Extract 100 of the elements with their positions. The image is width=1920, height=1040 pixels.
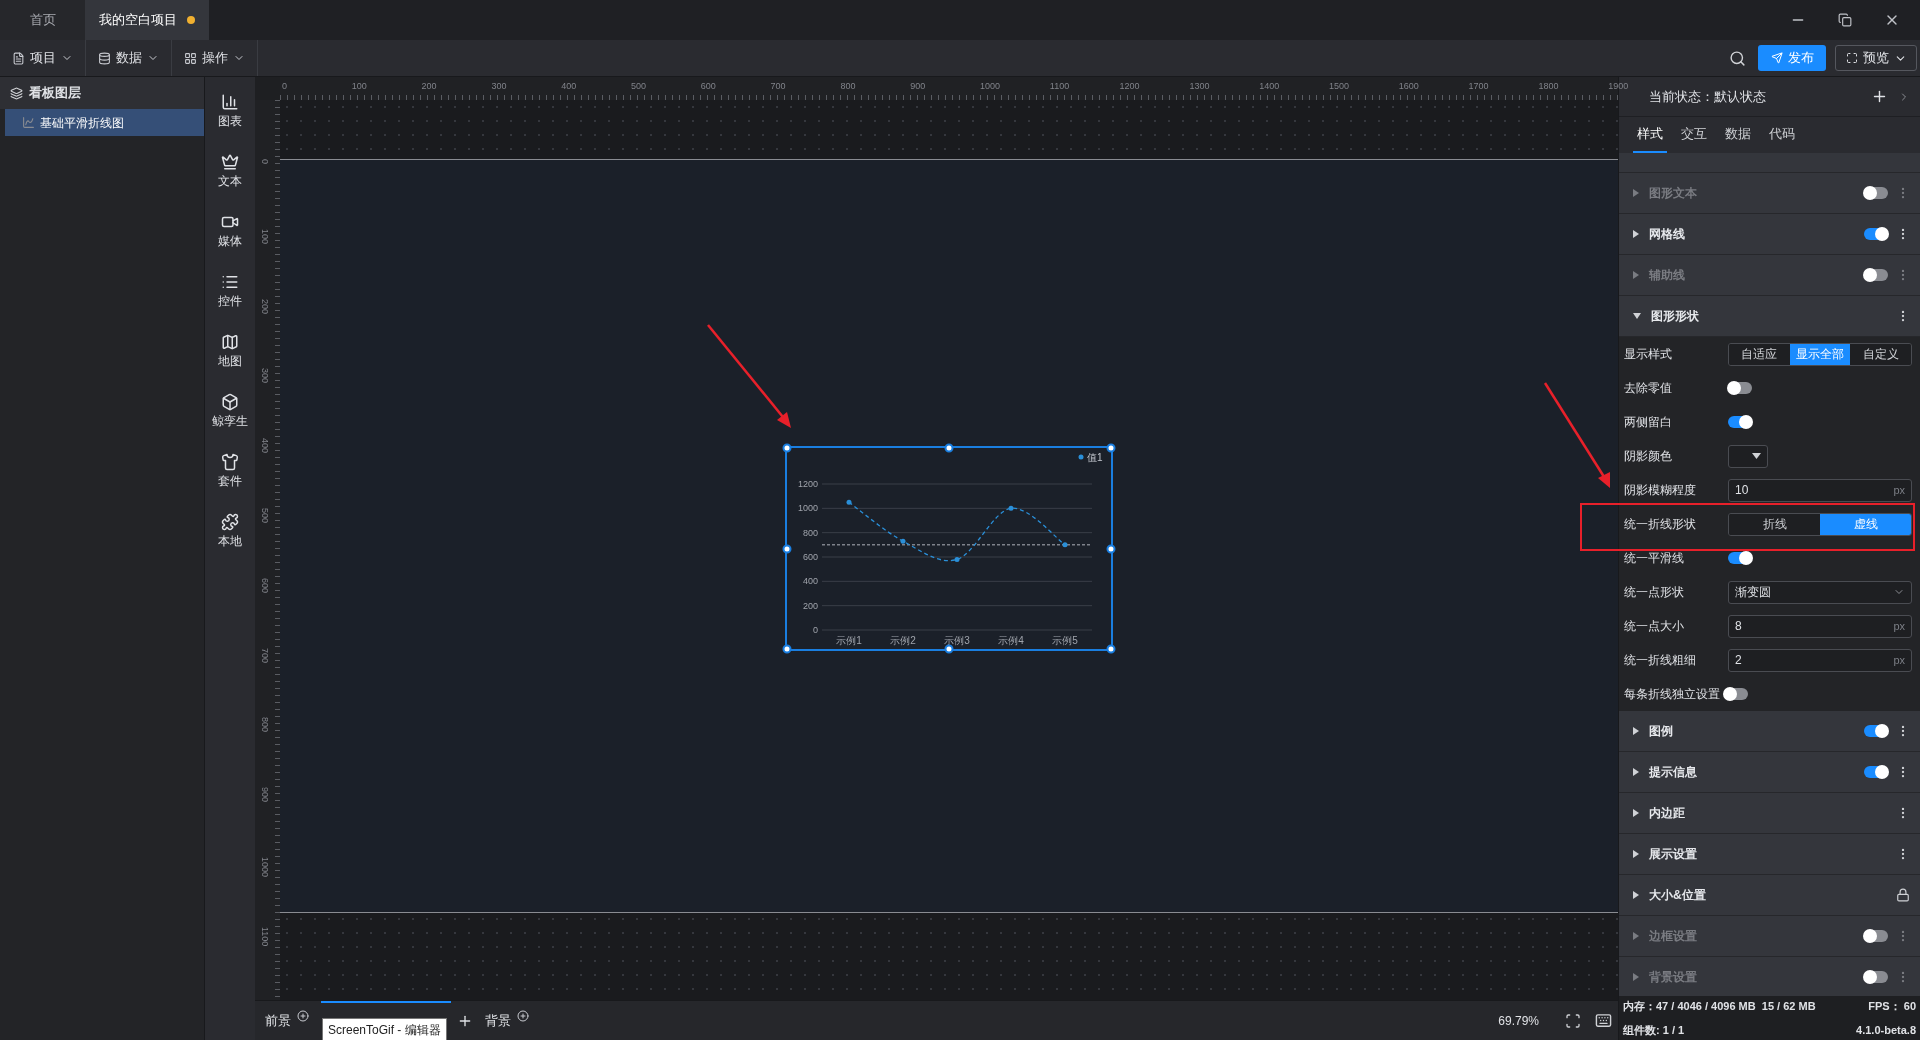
chart-widget[interactable]: 0 200 400 600 800 1000 1200 示例1 示例2 示例3 示例4 示例5 值1 (785, 446, 1113, 651)
axis-label: 示例4 (998, 635, 1024, 646)
component-category[interactable]: 图表 (218, 81, 242, 141)
toggle-switch[interactable] (1864, 725, 1888, 737)
grid-icon (184, 51, 197, 65)
layer-item[interactable]: 基础平滑折线图 (5, 109, 204, 136)
ruler-label: 1000 (258, 857, 271, 878)
number-field[interactable]: 2 px (1728, 648, 1912, 672)
section-header[interactable]: 内边距 (1619, 793, 1920, 834)
component-category[interactable]: 地图 (218, 321, 242, 381)
ruler-label: 1800 (1538, 80, 1559, 93)
segment-option[interactable]: 自定义 (1850, 343, 1911, 365)
section-header[interactable]: 图例 (1619, 711, 1920, 752)
panel-tab[interactable]: 交互 (1677, 117, 1711, 153)
ruler-label: 700 (770, 80, 786, 93)
number-field[interactable]: 10 px (1728, 478, 1912, 502)
axis-label: 0 (813, 625, 818, 635)
fps-counter: FPS： 60 (1868, 999, 1916, 1014)
caret-right-icon (1633, 189, 1639, 197)
panel-tab[interactable]: 数据 (1721, 117, 1755, 153)
section-header[interactable]: 大小&位置 (1619, 875, 1920, 916)
add-icon[interactable] (297, 1009, 309, 1022)
document-tab[interactable]: 首页 (0, 0, 85, 40)
axis-label: 600 (802, 552, 818, 562)
color-picker[interactable] (1728, 444, 1768, 468)
database-icon (98, 51, 111, 65)
section-title: 展示设置 (1649, 846, 1697, 863)
layer-tab[interactable]: 前景 (265, 1010, 291, 1031)
toggle-switch[interactable] (1728, 552, 1752, 564)
ruler-label: 600 (700, 80, 716, 93)
caret-right-icon (1633, 727, 1639, 735)
component-category[interactable]: 控件 (218, 261, 242, 321)
select-field[interactable]: 渐变圆 (1728, 580, 1912, 604)
ruler-label: 100 (351, 80, 367, 93)
restore-icon[interactable] (1838, 13, 1852, 27)
resize-handle[interactable] (1106, 443, 1116, 453)
section-header[interactable]: 图形形状 (1619, 296, 1920, 337)
search-icon[interactable] (1729, 49, 1746, 67)
component-category[interactable]: 鲸孪生 (212, 381, 248, 441)
ruler-label: 500 (258, 508, 271, 524)
component-category[interactable]: 本地 (218, 501, 242, 561)
menu-button[interactable]: 项目 (0, 40, 86, 76)
bar-chart-icon (221, 92, 239, 111)
section-header[interactable]: 展示设置 (1619, 834, 1920, 875)
add-icon[interactable] (1871, 88, 1888, 105)
menu-button[interactable]: 数据 (86, 40, 172, 76)
toggle-switch[interactable] (1864, 228, 1888, 240)
caret-right-icon (1633, 973, 1639, 981)
lock-icon[interactable] (1896, 888, 1910, 902)
fit-screen-icon[interactable] (1565, 1012, 1581, 1029)
ruler-label: 1600 (1398, 80, 1419, 93)
resize-handle[interactable] (782, 644, 792, 654)
field-label: 统一点大小 (1624, 618, 1685, 635)
toggle-switch[interactable] (1864, 269, 1888, 281)
section-header[interactable]: 提示信息 (1619, 752, 1920, 793)
section-title: 图形形状 (1651, 308, 1699, 325)
menu-button[interactable]: 操作 (172, 40, 258, 76)
preview-button[interactable]: 预览 (1835, 45, 1917, 71)
add-icon[interactable] (517, 1009, 529, 1022)
tooltip: ScreenToGif - 编辑器 (322, 1018, 447, 1040)
layer-tab[interactable]: 背景 (485, 1010, 511, 1031)
component-category[interactable]: 媒体 (218, 201, 242, 261)
field-label: 显示样式 (1624, 346, 1673, 363)
toggle-switch[interactable] (1864, 187, 1888, 199)
resize-handle[interactable] (1106, 544, 1116, 553)
section-header[interactable]: 网格线 (1619, 214, 1920, 255)
axis-label: 400 (802, 576, 818, 587)
axis-label: 800 (802, 527, 818, 538)
toggle-switch[interactable] (1724, 688, 1748, 700)
send-icon (1770, 52, 1783, 64)
legend-dot (1078, 454, 1084, 460)
segment-option[interactable]: 折线 (1729, 513, 1820, 535)
resize-handle[interactable] (944, 644, 954, 654)
ruler-label: 1000 (980, 80, 1001, 93)
number-field[interactable]: 8 px (1728, 614, 1912, 638)
component-category[interactable]: 套件 (218, 441, 242, 501)
resize-handle[interactable] (1106, 644, 1116, 654)
toggle-switch[interactable] (1864, 930, 1888, 942)
resize-handle[interactable] (782, 443, 792, 453)
ruler-label: 1700 (1468, 80, 1489, 93)
segment-option[interactable]: 自适应 (1729, 343, 1790, 365)
ruler-label: 1400 (1259, 80, 1280, 93)
axis-label: 示例2 (890, 635, 916, 646)
document-icon (12, 51, 25, 65)
resize-handle[interactable] (944, 443, 954, 453)
document-tab[interactable]: 我的空白项目 (85, 0, 209, 40)
component-category[interactable]: 文本 (218, 141, 242, 201)
resize-handle[interactable] (782, 544, 792, 553)
ruler-label: 1100 (258, 926, 271, 947)
toggle-switch[interactable] (1864, 971, 1888, 983)
caret-right-icon (1633, 932, 1639, 940)
panel-tab[interactable]: 代码 (1765, 117, 1799, 153)
section-title: 大小&位置 (1649, 887, 1706, 904)
field-label: 阴影模糊程度 (1624, 482, 1697, 499)
toggle-switch[interactable] (1728, 382, 1752, 394)
toggle-switch[interactable] (1864, 766, 1888, 778)
section-title: 边框设置 (1649, 928, 1697, 945)
toggle-switch[interactable] (1728, 416, 1752, 428)
ruler-label: 500 (631, 80, 647, 93)
keyboard-icon[interactable] (1595, 1012, 1612, 1029)
